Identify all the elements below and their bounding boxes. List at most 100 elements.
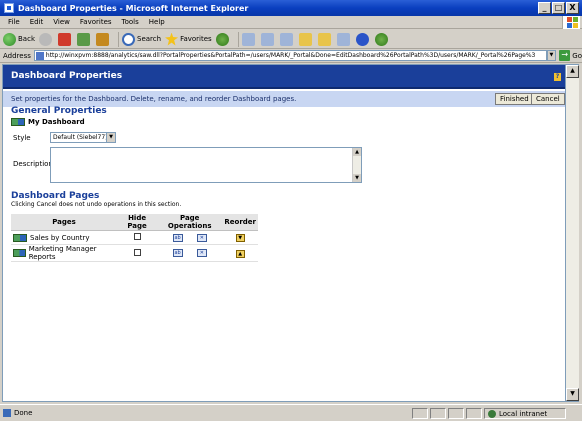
research-button[interactable]	[317, 32, 333, 46]
menu-tools[interactable]: Tools	[117, 18, 144, 26]
move-up-button[interactable]: ▲	[235, 249, 245, 258]
page-title: Dashboard Properties	[11, 71, 123, 81]
refresh-button[interactable]	[77, 32, 92, 46]
status-segment	[466, 408, 482, 419]
rename-icon[interactable]: ab	[172, 249, 183, 257]
column-header: Pages	[11, 214, 118, 231]
bluetooth-button[interactable]	[355, 32, 371, 46]
back-arrow-icon	[3, 32, 16, 46]
hide-page-checkbox[interactable]	[133, 233, 141, 240]
tools-button[interactable]	[336, 32, 352, 46]
toolbar-separator	[237, 31, 239, 47]
menu-view[interactable]: View	[48, 18, 75, 26]
rename-icon[interactable]: ab	[172, 233, 183, 242]
finished-button[interactable]: Finished	[495, 93, 534, 105]
dashboard-name-label: My Dashboard	[28, 118, 85, 126]
media-button[interactable]	[215, 32, 231, 46]
intranet-icon	[488, 409, 496, 418]
maximize-button[interactable]: □	[552, 2, 565, 14]
print-button[interactable]	[260, 32, 276, 46]
ie-page-icon	[3, 409, 11, 417]
home-button[interactable]	[96, 32, 111, 46]
messenger-button[interactable]	[374, 32, 390, 46]
stop-icon	[58, 32, 71, 46]
window-title: Dashboard Properties - Microsoft Interne…	[18, 3, 249, 13]
address-input[interactable]: http://winxpvm:8888/analytics/saw.dll?Po…	[33, 50, 547, 61]
delete-icon[interactable]: ✕	[196, 249, 207, 257]
scroll-up-icon[interactable]: ▲	[353, 148, 361, 156]
table-row: Marketing Manager Reports ab ✕ ▲	[11, 244, 258, 262]
dashboard-pages-heading: Dashboard Pages	[11, 191, 100, 201]
mail-button[interactable]	[241, 32, 257, 46]
menu-file[interactable]: File	[3, 18, 25, 26]
forward-button[interactable]	[39, 32, 54, 46]
instruction-text: Set properties for the Dashboard. Delete…	[11, 95, 297, 103]
page-name-link[interactable]: Marketing Manager Reports	[29, 245, 115, 261]
menu-favorites[interactable]: Favorites	[75, 18, 117, 26]
style-select[interactable]: Default (Siebel77) ▼	[50, 132, 116, 143]
zone-label: Local intranet	[499, 409, 548, 418]
column-header: Page Operations	[157, 214, 223, 231]
status-segment	[412, 408, 428, 419]
hide-page-checkbox[interactable]	[133, 248, 141, 256]
pages-table: Pages Hide Page Page Operations Reorder …	[11, 214, 258, 262]
cancel-button[interactable]: Cancel	[531, 93, 565, 105]
close-button[interactable]: X	[566, 2, 579, 14]
search-button[interactable]: Search	[122, 32, 162, 46]
menu-help[interactable]: Help	[144, 18, 170, 26]
address-label: Address	[3, 51, 31, 60]
messenger-icon	[374, 32, 388, 46]
dashboard-icon	[11, 118, 25, 126]
scroll-down-icon[interactable]: ▼	[566, 388, 579, 401]
status-segment	[448, 408, 464, 419]
page-header: Dashboard Properties ?	[3, 65, 565, 89]
style-value: Default (Siebel77)	[53, 134, 108, 141]
address-dropdown-button[interactable]: ▼	[546, 50, 557, 61]
back-button[interactable]: Back	[3, 32, 35, 46]
page-scrollbar[interactable]: ▲ ▼	[566, 64, 579, 402]
status-text: Done	[14, 409, 33, 417]
menu-edit[interactable]: Edit	[25, 18, 49, 26]
move-down-button[interactable]: ▼	[235, 234, 245, 242]
scroll-up-icon[interactable]: ▲	[566, 65, 579, 78]
security-zone: Local intranet	[484, 408, 566, 419]
pages-note: Clicking Cancel does not undo operations…	[11, 201, 182, 208]
table-row: Sales by Country ab ✕ ▼	[11, 230, 258, 245]
column-header: Hide Page	[117, 214, 158, 231]
status-bar: Done Local intranet	[0, 404, 582, 421]
research-icon	[317, 32, 331, 46]
home-icon	[96, 32, 109, 46]
dashboard-page-icon	[13, 249, 26, 257]
search-icon	[122, 32, 135, 46]
delete-icon[interactable]: ✕	[196, 233, 207, 242]
mail-icon	[241, 32, 255, 46]
description-scrollbar[interactable]: ▲ ▼	[352, 148, 361, 182]
instruction-bar: Set properties for the Dashboard. Delete…	[3, 91, 565, 107]
favorites-label: Favorites	[180, 35, 212, 43]
toolbar-separator	[118, 31, 119, 47]
style-label: Style	[13, 134, 31, 142]
go-button[interactable]: → Go	[559, 50, 582, 61]
general-properties-heading: General Properties	[11, 106, 107, 116]
refresh-icon	[77, 32, 90, 46]
page-name-link[interactable]: Sales by Country	[30, 234, 89, 242]
media-icon	[215, 32, 229, 46]
toolbar: Back Search Favorites	[0, 30, 582, 49]
scroll-down-icon[interactable]: ▼	[353, 174, 361, 182]
edit-icon	[279, 32, 293, 46]
printer-icon	[260, 32, 274, 46]
search-label: Search	[137, 35, 162, 43]
go-label: Go	[572, 51, 582, 60]
folder-button[interactable]	[298, 32, 314, 46]
tools-icon	[336, 32, 350, 46]
table-header-row: Pages Hide Page Page Operations Reorder	[11, 214, 258, 231]
address-bar: Address http://winxpvm:8888/analytics/sa…	[0, 49, 582, 63]
minimize-button[interactable]: _	[538, 2, 551, 14]
description-textarea[interactable]: ▲ ▼	[50, 147, 362, 183]
edit-button[interactable]	[279, 32, 295, 46]
column-header: Reorder	[222, 214, 258, 231]
stop-button[interactable]	[58, 32, 73, 46]
favorites-button[interactable]: Favorites	[165, 32, 212, 46]
forward-arrow-icon	[39, 32, 52, 46]
help-icon[interactable]: ?	[554, 73, 561, 81]
